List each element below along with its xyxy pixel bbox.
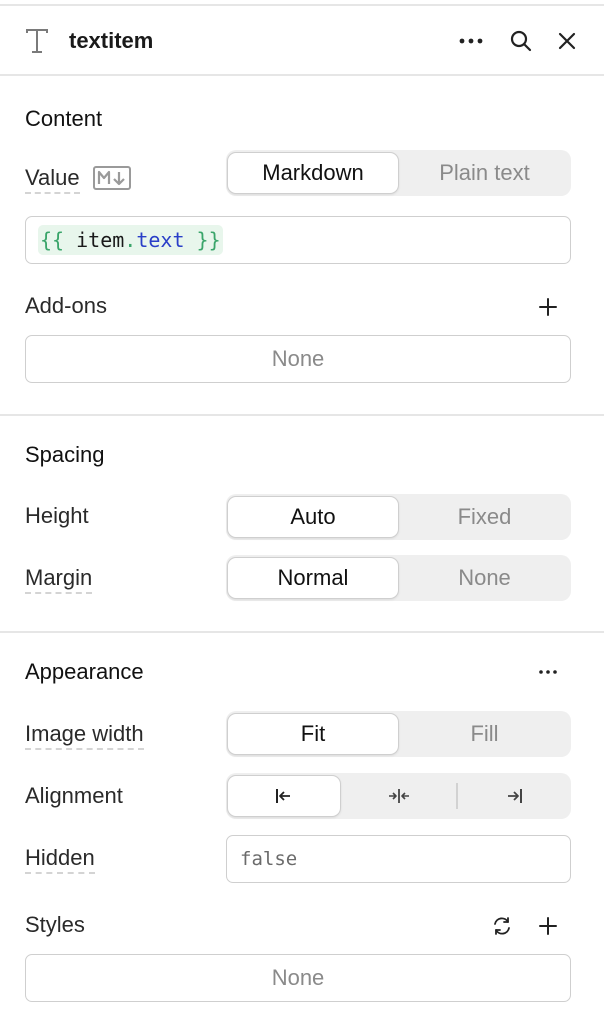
alignment-right[interactable] [457, 775, 570, 817]
plus-icon [539, 298, 557, 316]
inspector-header: textitem [0, 6, 604, 76]
search-button[interactable] [504, 24, 538, 58]
more-horizontal-icon [459, 38, 483, 44]
hidden-value: false [240, 848, 298, 870]
template-expression: {{ item.text }} [38, 225, 223, 255]
addons-empty[interactable]: None [25, 335, 571, 383]
close-icon [558, 32, 576, 50]
margin-normal[interactable]: Normal [227, 557, 399, 599]
content-section-title: Content [25, 106, 103, 131]
value-mode-markdown[interactable]: Markdown [227, 152, 399, 194]
markdown-icon [93, 166, 131, 190]
component-title: textitem [69, 28, 154, 53]
align-center-icon [388, 789, 409, 803]
value-editor[interactable]: {{ item.text }} [25, 216, 571, 264]
value-mode-plain-text[interactable]: Plain text [399, 152, 570, 194]
close-button[interactable] [550, 24, 584, 58]
height-auto[interactable]: Auto [227, 496, 399, 538]
styles-empty[interactable]: None [25, 954, 571, 1002]
hidden-input[interactable]: false [226, 835, 571, 883]
alignment-label: Alignment [25, 783, 123, 808]
value-label: Value [25, 164, 80, 194]
more-horizontal-icon [539, 670, 557, 674]
margin-toggle: Normal None [226, 555, 571, 601]
align-right-icon [507, 789, 522, 803]
add-addon-button[interactable] [532, 291, 564, 323]
alignment-toggle [226, 773, 571, 819]
more-options-button[interactable] [454, 24, 488, 58]
section-divider [0, 414, 604, 416]
height-fixed[interactable]: Fixed [399, 496, 570, 538]
plus-icon [539, 917, 557, 935]
value-mode-toggle: Markdown Plain text [226, 150, 571, 196]
add-style-button[interactable] [532, 910, 564, 942]
refresh-icon [494, 917, 510, 935]
appearance-more-button[interactable] [532, 656, 564, 688]
height-label: Height [25, 503, 89, 528]
section-divider [0, 631, 604, 633]
height-toggle: Auto Fixed [226, 494, 571, 540]
styles-label: Styles [25, 912, 85, 937]
hidden-label: Hidden [25, 844, 95, 874]
alignment-center[interactable] [341, 775, 456, 817]
search-icon [510, 30, 532, 52]
image-width-label: Image width [25, 720, 144, 750]
image-width-fill[interactable]: Fill [399, 713, 570, 755]
margin-label: Margin [25, 564, 93, 594]
image-width-toggle: Fit Fill [226, 711, 571, 757]
addons-label: Add-ons [25, 293, 107, 318]
image-width-fit[interactable]: Fit [227, 713, 399, 755]
reset-styles-button[interactable] [486, 910, 518, 942]
alignment-left[interactable] [227, 775, 341, 817]
align-left-icon [276, 789, 290, 803]
text-type-icon [24, 26, 50, 56]
appearance-section-title: Appearance [25, 659, 144, 684]
spacing-section-title: Spacing [25, 442, 105, 467]
margin-none[interactable]: None [399, 557, 570, 599]
